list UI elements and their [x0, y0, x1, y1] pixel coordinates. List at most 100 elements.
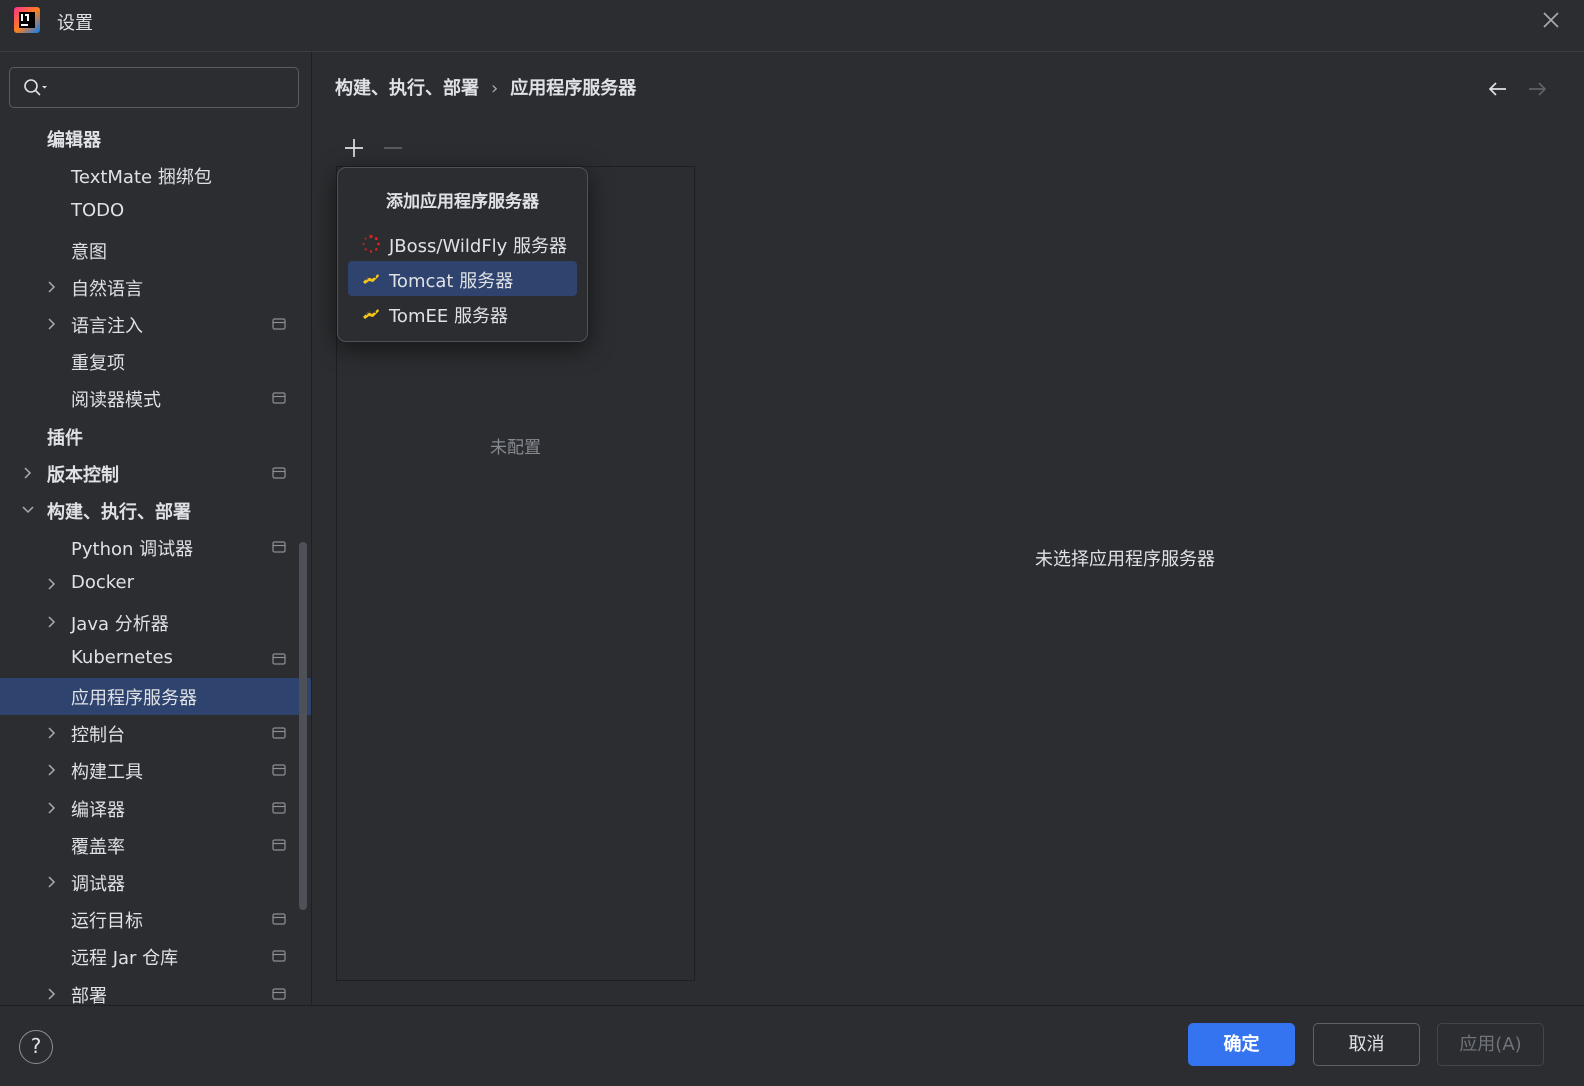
- breadcrumb: 构建、执行、部署 › 应用程序服务器: [335, 74, 636, 100]
- chevron-down-icon[interactable]: [21, 503, 35, 517]
- sidebar-item[interactable]: 编译器: [0, 790, 311, 827]
- sidebar-item[interactable]: 覆盖率: [0, 827, 311, 864]
- sidebar-item-label: 控制台: [71, 725, 125, 746]
- chevron-right-icon[interactable]: [45, 987, 59, 1001]
- back-arrow-icon[interactable]: [1487, 78, 1509, 100]
- sidebar-item-label: 语言注入: [71, 316, 143, 337]
- popup-item-jboss[interactable]: JBoss/WildFly 服务器: [348, 226, 577, 261]
- sidebar-item[interactable]: 阅读器模式: [0, 380, 311, 417]
- close-icon[interactable]: [1540, 9, 1562, 31]
- sidebar-item-label: Python 调试器: [71, 539, 194, 560]
- sidebar-item-label: 意图: [71, 242, 107, 263]
- settings-sidebar: 编辑器 TextMate 捆绑包 TODO 意图自然语言语言注入重复项阅读器模式插件版…: [0, 52, 311, 1015]
- sidebar-item-label: 构建工具: [71, 762, 143, 783]
- sidebar-item[interactable]: TODO: [0, 194, 311, 231]
- jboss-wildfly-icon: [362, 234, 380, 253]
- popup-item-tomee[interactable]: TomEE 服务器: [348, 296, 577, 331]
- dialog-footer: ? 确定 取消 应用(A): [0, 1005, 1584, 1086]
- chevron-right-icon[interactable]: [45, 726, 59, 740]
- breadcrumb-parent[interactable]: 构建、执行、部署: [335, 78, 479, 99]
- sidebar-item[interactable]: 意图: [0, 232, 311, 269]
- sidebar-item-label: 运行目标: [71, 911, 143, 932]
- chevron-right-icon[interactable]: [45, 317, 59, 331]
- sidebar-item[interactable]: 语言注入: [0, 306, 311, 343]
- project-level-icon: [272, 839, 286, 851]
- project-level-icon: [272, 467, 286, 479]
- sidebar-item-label: 版本控制: [47, 465, 119, 486]
- sidebar-item[interactable]: 版本控制: [0, 455, 311, 492]
- project-level-icon: [272, 802, 286, 814]
- sidebar-item-label: TextMate 捆绑包: [71, 167, 212, 188]
- tomcat-icon: [363, 274, 379, 284]
- chevron-right-icon[interactable]: [45, 577, 59, 591]
- sidebar-item[interactable]: 应用程序服务器: [0, 678, 311, 715]
- sidebar-item[interactable]: 编辑器: [0, 120, 311, 157]
- project-level-icon: [272, 913, 286, 925]
- sidebar-item[interactable]: 重复项: [0, 343, 311, 380]
- chevron-right-icon[interactable]: [45, 875, 59, 889]
- sidebar-item[interactable]: 构建工具: [0, 752, 311, 789]
- title-bar: 设置: [0, 0, 1584, 52]
- sidebar-item-label: 调试器: [71, 874, 125, 895]
- sidebar-item[interactable]: TextMate 捆绑包: [0, 157, 311, 194]
- search-input[interactable]: [56, 74, 291, 102]
- chevron-right-icon[interactable]: [21, 466, 35, 480]
- cancel-button[interactable]: 取消: [1313, 1023, 1420, 1066]
- project-level-icon: [272, 392, 286, 404]
- search-box: [9, 67, 299, 108]
- sidebar-item-label: Java 分析器: [71, 614, 169, 635]
- sidebar-item[interactable]: 远程 Jar 仓库: [0, 938, 311, 975]
- sidebar-item[interactable]: 自然语言: [0, 269, 311, 306]
- chevron-right-icon[interactable]: [45, 763, 59, 777]
- popup-item-label: TomEE 服务器: [389, 306, 508, 327]
- window-title: 设置: [57, 13, 93, 34]
- chevron-right-icon[interactable]: [45, 280, 59, 294]
- forward-arrow-icon[interactable]: [1526, 78, 1548, 100]
- help-button[interactable]: ?: [19, 1030, 53, 1064]
- ok-button[interactable]: 确定: [1188, 1023, 1295, 1066]
- project-level-icon: [272, 318, 286, 330]
- remove-icon[interactable]: [381, 136, 405, 160]
- sidebar-item-label: Kubernetes: [71, 647, 173, 668]
- sidebar-scrollbar[interactable]: [299, 542, 307, 910]
- sidebar-item[interactable]: 运行目标: [0, 901, 311, 938]
- sidebar-item-label: 应用程序服务器: [71, 688, 197, 709]
- project-level-icon: [272, 988, 286, 1000]
- popup-item-label: JBoss/WildFly 服务器: [389, 236, 568, 257]
- sidebar-item-label: 插件: [47, 428, 83, 449]
- sidebar-item[interactable]: 调试器: [0, 864, 311, 901]
- sidebar-item-label: Docker: [71, 572, 135, 593]
- sidebar-item-label: 编译器: [71, 800, 125, 821]
- breadcrumb-separator: ›: [491, 78, 499, 99]
- project-level-icon: [272, 764, 286, 776]
- sidebar-item-label: 构建、执行、部署: [47, 502, 191, 523]
- sidebar-item-label: 阅读器模式: [71, 390, 161, 411]
- popup-item-tomcat[interactable]: Tomcat 服务器: [348, 261, 577, 296]
- project-level-icon: [272, 541, 286, 553]
- sidebar-item[interactable]: Docker: [0, 566, 311, 603]
- chevron-right-icon[interactable]: [45, 801, 59, 815]
- project-level-icon: [272, 653, 286, 665]
- breadcrumb-current: 应用程序服务器: [510, 78, 637, 99]
- project-level-icon: [272, 727, 286, 739]
- popup-item-label: Tomcat 服务器: [389, 271, 514, 292]
- empty-list-text: 未配置: [490, 438, 541, 458]
- project-level-icon: [272, 950, 286, 962]
- search-icon: [24, 79, 47, 96]
- add-icon[interactable]: [342, 136, 366, 160]
- sidebar-item-label: 远程 Jar 仓库: [71, 948, 179, 969]
- popup-title: 添加应用程序服务器: [386, 192, 539, 212]
- sidebar-item[interactable]: Kubernetes: [0, 641, 311, 678]
- sidebar-item[interactable]: Python 调试器: [0, 529, 311, 566]
- sidebar-item[interactable]: 控制台: [0, 715, 311, 752]
- sidebar-item-label: 覆盖率: [71, 837, 125, 858]
- sidebar-item-label: 自然语言: [71, 279, 143, 300]
- sidebar-item[interactable]: Java 分析器: [0, 604, 311, 641]
- intellij-idea-logo-icon: [14, 7, 40, 33]
- tomee-icon: [363, 309, 379, 319]
- sidebar-item[interactable]: 插件: [0, 418, 311, 455]
- apply-button[interactable]: 应用(A): [1437, 1023, 1544, 1066]
- add-server-popup: 添加应用程序服务器 JBoss/WildFly 服务器 Tomcat 服务器 T…: [337, 167, 588, 342]
- chevron-right-icon[interactable]: [45, 615, 59, 629]
- sidebar-item[interactable]: 构建、执行、部署: [0, 492, 311, 529]
